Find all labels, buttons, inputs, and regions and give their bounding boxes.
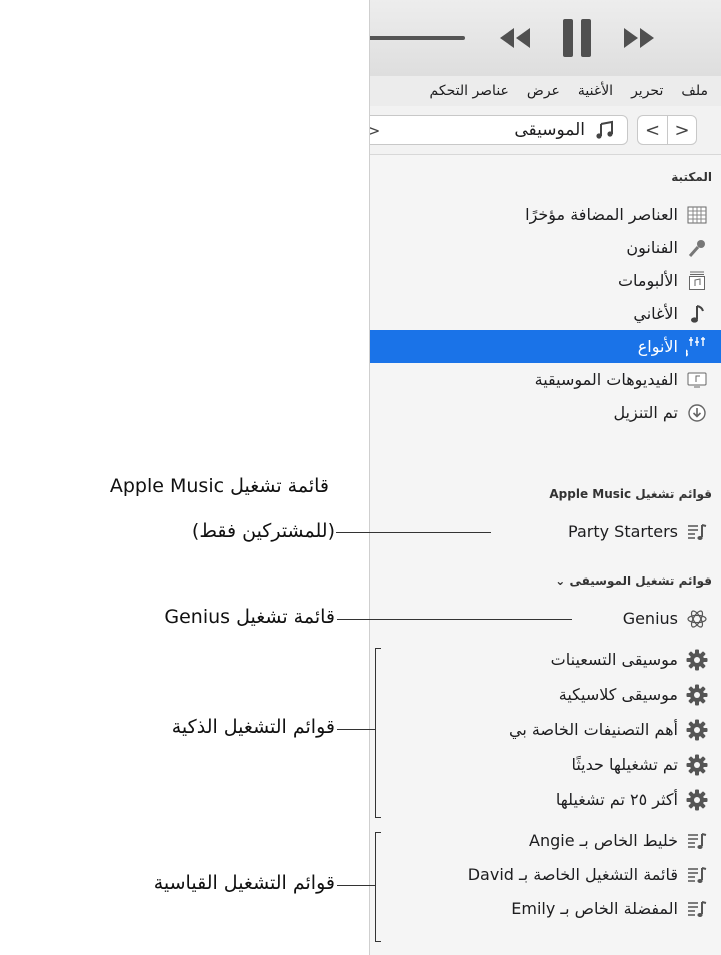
callout-smart-playlists: قوائم التشغيل الذكية bbox=[171, 716, 335, 738]
sidebar-item-label: الأنواع bbox=[637, 337, 678, 356]
sidebar-item-label: الألبومات bbox=[617, 271, 678, 290]
smart-playlist-90s[interactable]: موسيقى التسعينات bbox=[370, 643, 721, 676]
sidebar-item-recently-added[interactable]: العناصر المضافة مؤخرًا bbox=[370, 198, 721, 231]
callout-standard-playlists: قوائم التشغيل القياسية bbox=[153, 872, 335, 894]
pause-icon-bar bbox=[581, 19, 591, 57]
forward-button[interactable]: > bbox=[667, 115, 697, 145]
sidebar-item-label: الأغاني bbox=[633, 304, 678, 323]
fast-forward-icon bbox=[624, 28, 654, 48]
music-playlists-heading[interactable]: قوائم تشغيل الموسيقى ⌄ bbox=[555, 574, 712, 588]
download-icon bbox=[686, 402, 708, 424]
menu-controls[interactable]: عناصر التحكم bbox=[430, 83, 509, 99]
leader-line-standard bbox=[337, 885, 375, 886]
music-note-icon bbox=[686, 303, 708, 325]
sidebar-item-label: المفضلة الخاص بـ Emily bbox=[511, 899, 678, 918]
gear-icon bbox=[686, 789, 708, 811]
smart-playlist-classical[interactable]: موسيقى كلاسيكية bbox=[370, 678, 721, 711]
playlist-icon bbox=[686, 864, 708, 886]
media-menu-chevron: < bbox=[370, 121, 380, 140]
recently-added-icon bbox=[686, 204, 708, 226]
sidebar-item-label: تم تشغيلها حديثًا bbox=[571, 755, 678, 774]
apple-music-playlists-heading: قوائم تشغيل Apple Music bbox=[549, 487, 712, 501]
playlist-david[interactable]: قائمة التشغيل الخاصة بـ David bbox=[370, 858, 721, 891]
gear-icon bbox=[686, 719, 708, 741]
rewind-button[interactable] bbox=[494, 17, 536, 59]
sidebar-item-label: أهم التصنيفات الخاصة بي bbox=[509, 720, 678, 739]
smart-playlist-top-25[interactable]: أكثر ٢٥ تم تشغيلها bbox=[370, 783, 721, 816]
library-heading: المكتبة bbox=[671, 170, 712, 184]
sidebar-item-songs[interactable]: الأغاني bbox=[370, 297, 721, 330]
rewind-icon bbox=[500, 28, 530, 48]
navigation-row: الموسيقى < < > bbox=[370, 106, 721, 155]
pause-icon bbox=[563, 19, 573, 57]
menu-file[interactable]: ملف bbox=[681, 83, 708, 99]
callout-subscribers-only: (للمشتركين فقط) bbox=[191, 520, 335, 542]
sidebar-item-artists[interactable]: الفنانون bbox=[370, 231, 721, 264]
menu-song[interactable]: الأغنية bbox=[578, 83, 613, 99]
sidebar-item-genres[interactable]: A3B الأنواع bbox=[370, 330, 721, 363]
gear-icon bbox=[686, 754, 708, 776]
sidebar-item-label: تم التنزيل bbox=[613, 403, 678, 422]
genres-icon: A3B bbox=[686, 336, 708, 358]
smart-playlist-recently-played[interactable]: تم تشغيلها حديثًا bbox=[370, 748, 721, 781]
playlist-icon bbox=[686, 521, 708, 543]
playlist-icon bbox=[686, 830, 708, 852]
leader-line-genius bbox=[337, 619, 572, 620]
album-icon bbox=[686, 270, 708, 292]
genius-icon bbox=[686, 608, 708, 630]
music-video-icon bbox=[686, 369, 708, 391]
playlist-icon bbox=[686, 898, 708, 920]
playlist-emily-favorites[interactable]: المفضلة الخاص بـ Emily bbox=[370, 892, 721, 925]
sidebar-item-music-videos[interactable]: الفيديوهات الموسيقية bbox=[370, 363, 721, 396]
pause-button[interactable] bbox=[563, 17, 593, 59]
sidebar-item-label: الفنانون bbox=[626, 238, 678, 257]
bracket-standard-playlists bbox=[375, 832, 381, 942]
sidebar-item-label: خليط الخاص بـ Angie bbox=[529, 831, 678, 850]
media-kind-label: الموسيقى bbox=[514, 120, 585, 140]
svg-text:A3B: A3B bbox=[686, 349, 688, 358]
playlist-angie-mix[interactable]: خليط الخاص بـ Angie bbox=[370, 824, 721, 857]
media-kind-select[interactable]: الموسيقى < bbox=[370, 115, 628, 145]
gear-icon bbox=[686, 684, 708, 706]
sidebar-item-label: العناصر المضافة مؤخرًا bbox=[525, 205, 678, 224]
music-note-icon bbox=[596, 120, 613, 139]
sidebar-item-label: قائمة التشغيل الخاصة بـ David bbox=[467, 865, 678, 884]
sidebar-item-albums[interactable]: الألبومات bbox=[370, 264, 721, 297]
menu-view[interactable]: عرض bbox=[527, 83, 560, 99]
sidebar-item-label: أكثر ٢٥ تم تشغيلها bbox=[555, 790, 678, 809]
smart-playlist-top-rated[interactable]: أهم التصنيفات الخاصة بي bbox=[370, 713, 721, 746]
playback-progress-bar[interactable] bbox=[370, 36, 465, 40]
callout-genius-playlist: قائمة تشغيل Genius bbox=[164, 606, 335, 628]
gear-icon bbox=[686, 649, 708, 671]
itunes-window: ملف تحرير الأغنية عرض عناصر التحكم الموس… bbox=[369, 0, 721, 955]
callout-apple-music-playlist: قائمة تشغيل Apple Music bbox=[109, 475, 329, 497]
leader-line-smart bbox=[337, 729, 375, 730]
menu-edit[interactable]: تحرير bbox=[631, 83, 663, 99]
player-toolbar bbox=[370, 0, 721, 76]
sidebar-item-label: الفيديوهات الموسيقية bbox=[534, 370, 678, 389]
fast-forward-button[interactable] bbox=[618, 17, 660, 59]
bracket-smart-playlists bbox=[375, 648, 381, 818]
back-button[interactable]: < bbox=[637, 115, 667, 145]
sidebar-item-label: Genius bbox=[622, 609, 678, 628]
menu-bar: ملف تحرير الأغنية عرض عناصر التحكم bbox=[370, 76, 721, 107]
microphone-icon bbox=[686, 237, 708, 259]
leader-line-apple-music bbox=[336, 532, 491, 533]
sidebar-item-label: Party Starters bbox=[568, 522, 678, 541]
sidebar-item-label: موسيقى التسعينات bbox=[550, 650, 678, 669]
sidebar-item-downloaded[interactable]: تم التنزيل bbox=[370, 396, 721, 429]
sidebar-item-label: موسيقى كلاسيكية bbox=[558, 685, 678, 704]
